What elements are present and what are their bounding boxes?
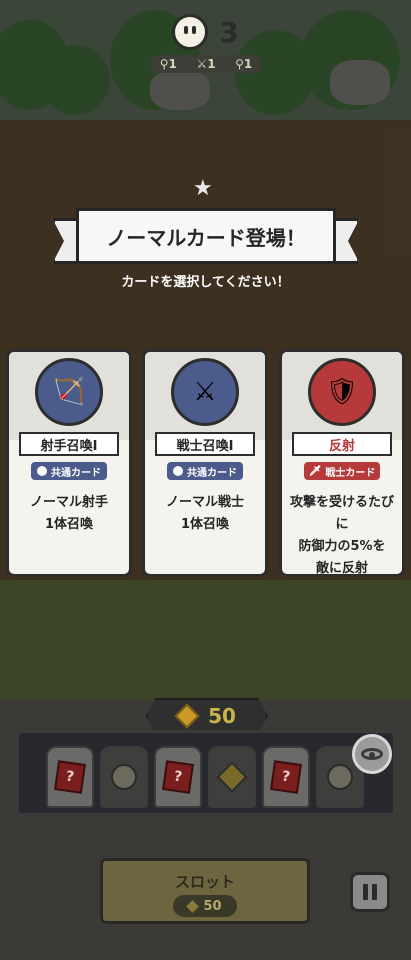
card-tag: 共通カード <box>167 462 243 480</box>
diamond-icon <box>174 703 200 729</box>
question-card-icon: ? <box>162 760 194 794</box>
banner: ノーマルカード登場！ <box>76 208 336 264</box>
slot-spin-button[interactable]: スロット 50 <box>100 858 310 924</box>
slot-cost: 50 <box>173 895 237 917</box>
archer-icon: 🏹 <box>35 358 103 426</box>
slot-reel <box>100 746 148 808</box>
card-description: 攻撃を受けるたびに 防御力の5%を 敵に反射 <box>289 495 394 576</box>
slot-reel: ? <box>46 746 94 808</box>
stats-bar: ⚲1 ⚔1 ⚲1 <box>150 55 262 73</box>
diamond-icon <box>186 899 200 913</box>
stat-archer: ⚲1 <box>159 57 177 71</box>
reflect-icon: 🛡 <box>308 358 376 426</box>
face-icon <box>37 466 47 476</box>
pause-button[interactable] <box>350 872 390 912</box>
slot-reel: ? <box>154 746 202 808</box>
face-icon <box>172 14 209 50</box>
slot-reel <box>208 746 256 808</box>
sword-icon: 🗡 <box>308 465 322 477</box>
card-name: 射手召喚Ⅰ <box>19 432 119 456</box>
card-archer-summon[interactable]: 🏹 射手召喚Ⅰ 共通カード ノーマル射手 1体召喚 <box>6 349 132 577</box>
coin-value: 50 <box>208 704 236 728</box>
eye-icon <box>361 748 383 760</box>
lives-value: 3 <box>219 15 239 49</box>
question-card-icon: ? <box>270 760 302 794</box>
star-icon: ★ <box>193 176 213 201</box>
coin-counter: 50 <box>146 698 268 734</box>
card-description: ノーマル射手 1体召喚 <box>29 495 108 532</box>
face-icon <box>173 466 183 476</box>
diamond-icon <box>216 761 248 793</box>
slot-reel: ? <box>262 746 310 808</box>
card-tag: 共通カード <box>31 462 107 480</box>
face-icon <box>111 764 137 790</box>
lives-counter: 3 <box>0 14 411 50</box>
pause-icon <box>363 884 368 900</box>
card-description: ノーマル戦士 1体召喚 <box>165 495 244 532</box>
stat-warrior: ⚔1 <box>196 57 216 71</box>
card-warrior-summon[interactable]: ⚔ 戦士召喚Ⅰ 共通カード ノーマル戦士 1体召喚 <box>142 349 268 577</box>
view-button[interactable] <box>352 734 392 774</box>
card-reflect[interactable]: 🛡 反射 🗡 戦士カード 攻撃を受けるたびに 防御力の5%を 敵に反射 <box>279 349 405 577</box>
instruction-text: カードを選択してください！ <box>121 275 290 290</box>
stat-mage: ⚲1 <box>235 57 253 71</box>
slot-button-label: スロット <box>174 873 235 891</box>
card-tag: 🗡 戦士カード <box>304 462 380 480</box>
card-name: 反射 <box>292 432 392 456</box>
warrior-icon: ⚔ <box>171 358 239 426</box>
banner-title: ノーマルカード登場！ <box>106 225 306 250</box>
question-card-icon: ? <box>54 760 86 794</box>
face-icon <box>327 764 353 790</box>
card-name: 戦士召喚Ⅰ <box>155 432 255 456</box>
